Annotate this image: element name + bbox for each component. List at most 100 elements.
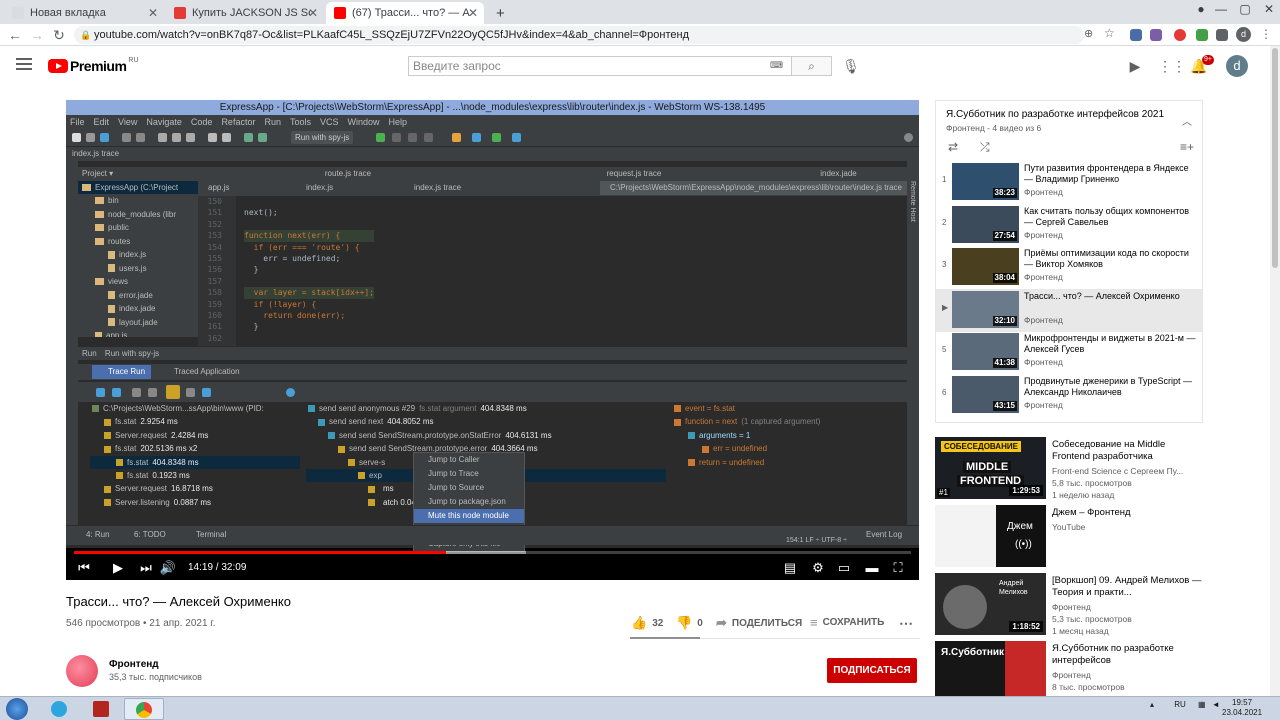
dota-taskbar-app[interactable] [82,698,122,720]
back-icon[interactable]: ← [6,27,24,43]
loop-icon[interactable]: ⇄ [948,140,958,154]
scrollbar-thumb[interactable] [1272,48,1278,268]
extensions-puzzle-icon[interactable] [1216,29,1228,41]
chrome-taskbar-app[interactable] [124,698,164,720]
recommendation-item[interactable]: Андрей Мелихов 1:18:52 [Воркшоп] 09. Андре… [935,573,1203,637]
shuffle-icon[interactable]: ⤮ [980,140,990,155]
recommendation-thumbnail[interactable]: СОБЕСЕДОВАНИЕ MIDDLE FRONTEND #1 1:29:53 [935,437,1046,499]
forward-icon[interactable]: → [28,27,46,43]
extension-icon[interactable] [1150,29,1162,41]
ide-menu-bar: File Edit View Navigate Code Refactor Run Tools… [66,115,919,129]
playlist-title[interactable]: Я.Субботник по разработке интерфейсов 20… [946,109,1164,120]
more-actions-button[interactable]: ⋯ [899,615,913,632]
playlist-thumbnail[interactable]: 41:38 [952,333,1019,370]
play-icon[interactable]: ▶ [108,558,128,578]
account-avatar[interactable]: d [1226,55,1248,77]
playlist-item[interactable]: 2 27:54 Как считать пользу общих компонент… [936,204,1202,247]
recommendation-thumbnail[interactable]: Я.Субботник [935,641,1046,703]
extension-icon[interactable] [1130,29,1142,41]
keyboard-icon[interactable]: ⌨ [770,60,783,71]
apps-grid-icon[interactable]: ⋮⋮ [1158,58,1186,75]
browser-tab-jackson[interactable]: Купить JACKSON JS Series Mona ✕ [166,2,324,24]
recommendation-thumbnail[interactable]: Андрей Мелихов 1:18:52 [935,573,1046,635]
dislike-button[interactable]: 👎 0 [676,615,703,631]
miniplayer-icon[interactable]: ▭ [834,558,854,578]
volume-tray-icon[interactable]: ◄ [1212,700,1220,709]
fullscreen-icon[interactable]: ⛶ [888,558,908,578]
ide-menu-item: Code [190,117,213,127]
channel-name[interactable]: Фронтенд [109,659,159,670]
playlist-thumbnail[interactable]: 32:10 [952,290,1019,328]
youtube-premium-logo[interactable]: Premium RU [48,57,139,74]
subscribe-button[interactable]: ПОДПИСАТЬСЯ [827,658,917,683]
recommendation-thumbnail[interactable]: Джем ((•)) [935,505,1046,567]
playlist-item[interactable]: 5 41:38 Микрофронтенды и виджеты в 2021-м … [936,331,1202,374]
chevron-up-icon[interactable]: ︿ [1182,113,1192,128]
opera-extension-icon[interactable] [1174,29,1186,41]
search-button[interactable]: ⌕ [792,56,832,76]
new-tab-button[interactable]: + [488,2,510,24]
tray-up-arrow-icon[interactable]: ▴ [1150,700,1154,709]
playlist-item-channel: Фронтенд [1024,314,1063,325]
create-video-icon[interactable]: ▶ [1126,58,1144,75]
network-icon[interactable]: ▦ [1198,700,1206,709]
previous-icon[interactable]: ⏮ [74,558,94,578]
playlist-subtitle: Фронтенд - 4 видео из 6 [946,123,1042,133]
recommendation-item[interactable]: СОБЕСЕДОВАНИЕ MIDDLE FRONTEND #1 1:29:53 Собе… [935,437,1203,501]
save-icon [86,133,95,142]
extension-icon[interactable] [1196,29,1208,41]
browser-menu-icon[interactable]: ⋮ [1260,27,1272,41]
microphone-icon[interactable]: 🎙 [842,58,860,75]
playlist-item[interactable]: 1 38:23 Пути развития фронтендера в Яндекс… [936,161,1202,204]
ide-menu-item: Navigate [146,117,182,127]
like-button[interactable]: 👍 32 [631,615,663,631]
browser-tab-new[interactable]: Новая вкладка ✕ [4,2,164,24]
windows-start-icon[interactable] [6,698,28,720]
add-to-playlist-icon[interactable]: ≡+ [1180,140,1194,154]
line-number: 158 [207,288,222,298]
trace-node-icon [104,445,111,453]
trace-event-row: fs.stat 202.5136 ms x2 [90,442,300,455]
save-button[interactable]: ≡ СОХРАНИТЬ [810,615,884,630]
call-stack-row: send send next 404.8052 ms [306,415,666,428]
telegram-taskbar-app[interactable] [40,698,80,720]
ide-menu-item: Refactor [221,117,256,127]
project-tree-row: app.js [78,329,198,337]
theater-mode-icon[interactable]: ▬ [862,558,882,578]
playlist-thumbnail[interactable]: 38:04 [952,248,1019,285]
taskbar-clock[interactable]: 19:57 23.04.2021 [1222,698,1262,718]
keyboard-language[interactable]: RU [1174,700,1186,709]
playlist-thumbnail[interactable]: 27:54 [952,205,1019,243]
video-player[interactable]: ExpressApp - [C:\Projects\WebStorm\Expre… [66,100,919,580]
volume-icon[interactable]: 🔊 [158,558,178,578]
close-tab-icon[interactable]: ✕ [308,6,318,20]
menu-icon[interactable] [16,58,32,72]
recommendation-title: [Воркшоп] 09. Андрей Мелихов — Теория и … [1052,575,1202,598]
close-tab-icon[interactable]: ✕ [468,6,478,20]
share-button[interactable]: ➦ ПОДЕЛИТЬСЯ [716,615,802,631]
bookmark-star-icon[interactable]: ☆ [1104,26,1115,40]
playlist-thumbnail[interactable]: 43:15 [952,375,1019,413]
next-icon[interactable]: ⏭ [136,558,156,578]
playlist-item[interactable]: 6 43:15 Продвинутые дженерики в TypeScript… [936,374,1202,417]
browser-tab-youtube[interactable]: (67) Трасси... что? — Алексей О ✕ [326,2,484,24]
subtitles-icon[interactable]: ▤ [780,558,800,578]
address-bar[interactable]: 🔒 youtube.com/watch?v=onBK7q87-Oc&list=P… [74,26,1084,44]
tree-label: bin [108,196,119,205]
reload-icon[interactable]: ↻ [50,27,68,43]
page-scrollbar[interactable] [1270,46,1280,696]
playlist-item[interactable]: ▶ 32:10 Трасси... что? — Алексей Охрименко… [936,288,1202,332]
playlist-item[interactable]: 3 38:04 Приёмы оптимизации кода по скорост… [936,246,1202,289]
editor-tab: route.js trace [324,169,372,178]
playlist-thumbnail[interactable]: 38:23 [952,163,1019,200]
close-window-icon[interactable]: ✕ [1254,2,1280,16]
channel-avatar[interactable] [66,655,98,687]
profile-avatar[interactable]: d [1236,27,1251,42]
settings-icon[interactable]: ⚙ [808,558,828,578]
progress-bar[interactable] [74,551,911,554]
recommendation-item[interactable]: Джем ((•)) Джем – Фронтенд YouTube [935,505,1203,569]
search-input[interactable]: Введите запрос [408,56,792,76]
close-tab-icon[interactable]: ✕ [148,6,158,20]
recommendation-channel: Front-end Science с Сергеем Пу... [1052,466,1184,476]
translate-icon[interactable]: ⊕ [1084,27,1093,40]
